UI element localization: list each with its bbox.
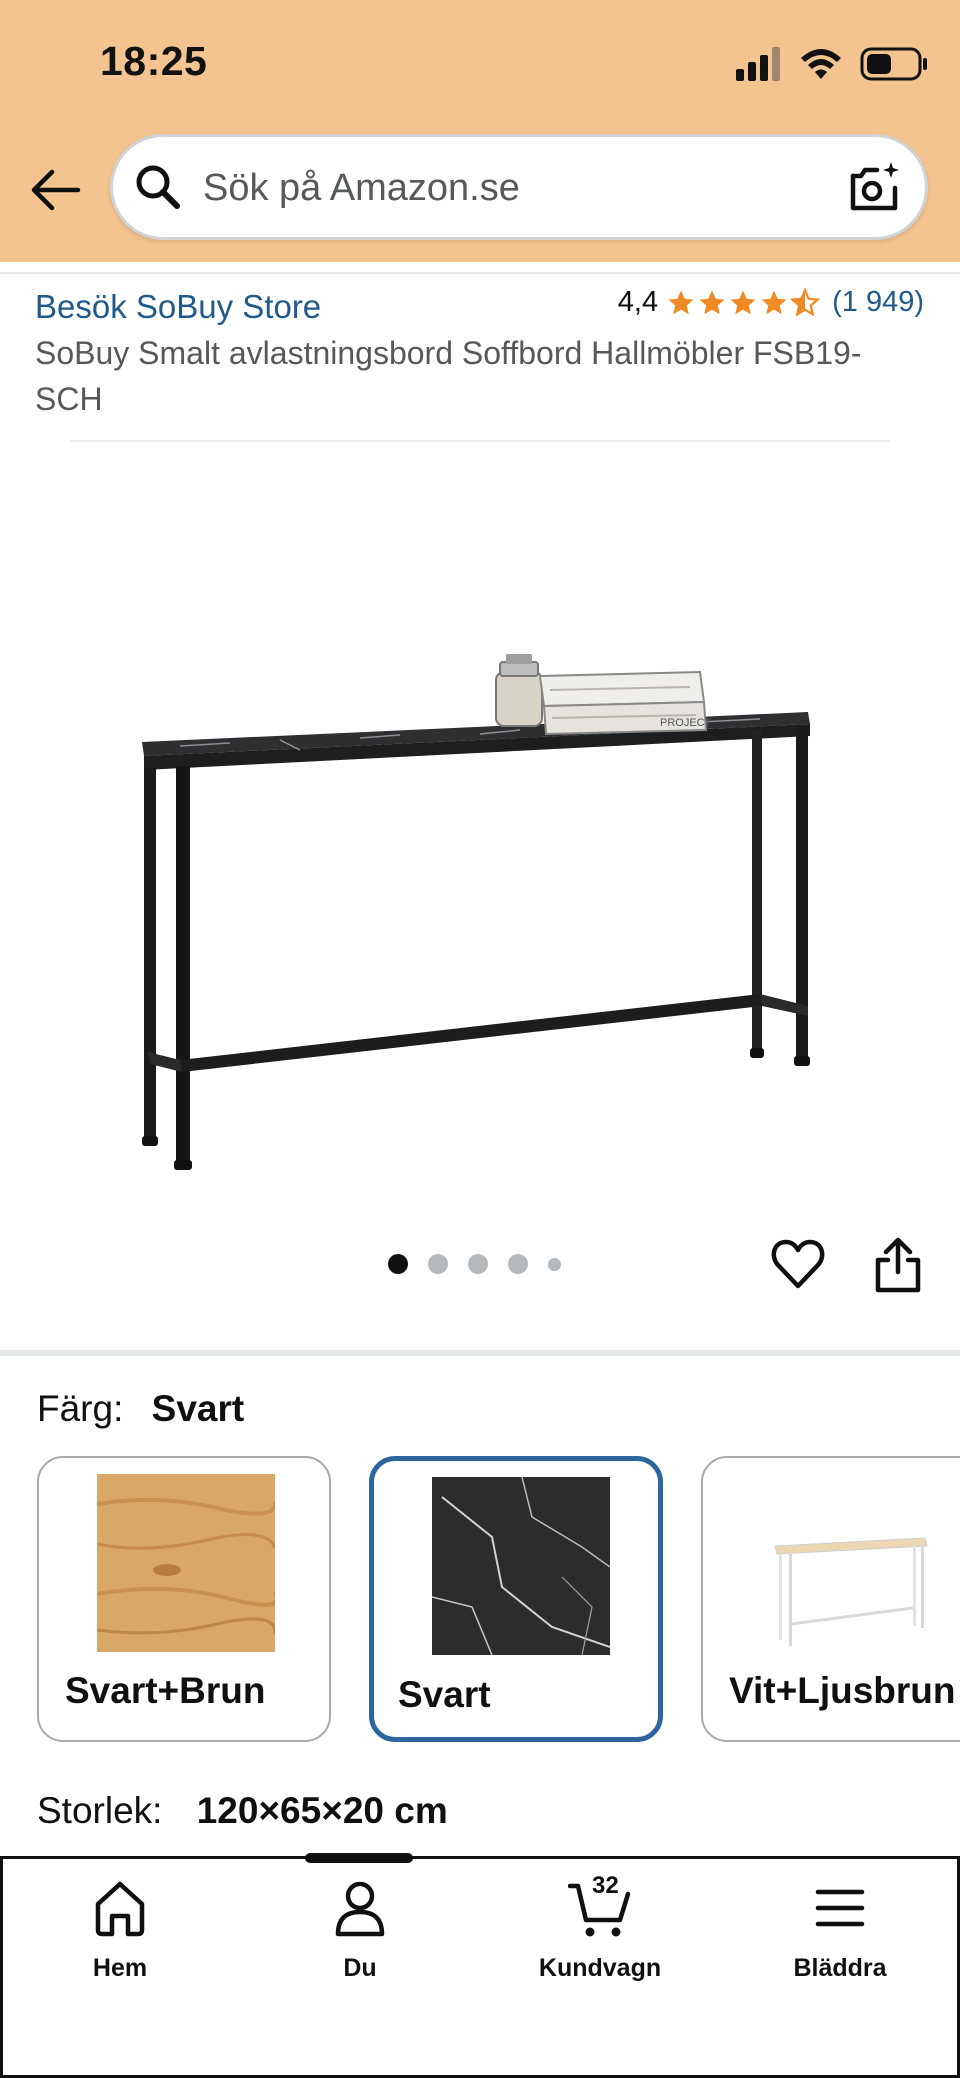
divider bbox=[0, 272, 960, 274]
black-marble-swatch bbox=[432, 1477, 610, 1655]
wifi-icon bbox=[801, 49, 841, 79]
svg-text:PROJECT: PROJECT bbox=[660, 717, 712, 729]
nav-home[interactable]: Hem bbox=[20, 1876, 220, 1983]
color-value: Svart bbox=[151, 1388, 245, 1429]
search-bar[interactable]: Sök på Amazon.se bbox=[110, 134, 928, 240]
carousel-dot[interactable] bbox=[468, 1254, 488, 1274]
status-icons bbox=[734, 44, 930, 84]
arrow-left-icon bbox=[31, 169, 81, 211]
carousel-dot[interactable] bbox=[388, 1254, 408, 1274]
rating-summary[interactable]: 4,4 (1 949) bbox=[618, 286, 924, 319]
star-icon bbox=[761, 290, 787, 314]
share-button[interactable] bbox=[870, 1236, 926, 1294]
nav-label: Hem bbox=[92, 1954, 148, 1982]
wood-texture-swatch bbox=[97, 1474, 275, 1652]
size-selector-label[interactable]: Storlek: 120×65×20 cm bbox=[37, 1790, 448, 1832]
cart-badge: 32 bbox=[592, 1872, 619, 1899]
color-option-label: Svart+Brun bbox=[65, 1670, 266, 1711]
color-option-svart[interactable]: Svart bbox=[369, 1456, 663, 1742]
back-button[interactable] bbox=[26, 160, 86, 220]
color-label: Färg: bbox=[37, 1388, 124, 1429]
search-input[interactable]: Sök på Amazon.se bbox=[203, 167, 520, 210]
nav-label: Bläddra bbox=[793, 1954, 887, 1982]
user-icon bbox=[335, 1881, 385, 1937]
section-divider bbox=[0, 1350, 960, 1356]
image-carousel-dots[interactable] bbox=[388, 1254, 561, 1274]
status-time: 18:25 bbox=[100, 38, 208, 84]
review-count[interactable]: (1 949) bbox=[832, 286, 924, 319]
carousel-dot[interactable] bbox=[428, 1254, 448, 1274]
star-icon bbox=[699, 290, 725, 314]
color-option-label: Svart bbox=[398, 1674, 491, 1715]
half-star-icon bbox=[790, 287, 821, 317]
color-option-vit-ljusbrun[interactable]: Vit+Ljusbrun bbox=[701, 1456, 960, 1742]
size-label: Storlek: bbox=[37, 1790, 163, 1831]
app-header: 18:25 Sök på Amazon.se bbox=[0, 0, 960, 262]
nav-label: Du bbox=[343, 1954, 377, 1982]
nav-indicator bbox=[305, 1853, 413, 1863]
rating-value: 4,4 bbox=[617, 286, 659, 318]
carousel-dot[interactable] bbox=[508, 1254, 528, 1274]
menu-icon bbox=[815, 1889, 865, 1927]
cellular-signal-icon bbox=[736, 47, 780, 81]
size-value: 120×65×20 cm bbox=[196, 1790, 448, 1831]
search-icon bbox=[136, 165, 180, 209]
heart-icon bbox=[771, 1239, 825, 1289]
camera-search-icon[interactable] bbox=[845, 158, 903, 216]
carousel-dot[interactable] bbox=[548, 1257, 561, 1271]
star-rating bbox=[666, 287, 821, 318]
nav-cart[interactable]: 32 Kundvagn bbox=[500, 1872, 700, 1983]
nav-browse[interactable]: Bläddra bbox=[740, 1876, 940, 1983]
store-link[interactable]: Besök SoBuy Store bbox=[35, 288, 321, 326]
color-selector-label: Färg: Svart bbox=[37, 1388, 244, 1430]
battery-icon bbox=[860, 47, 927, 81]
nav-label: Kundvagn bbox=[538, 1954, 662, 1982]
wishlist-button[interactable] bbox=[770, 1236, 826, 1292]
white-table-swatch bbox=[761, 1474, 939, 1652]
color-option-label: Vit+Ljusbrun bbox=[729, 1670, 956, 1711]
product-image[interactable]: PROJECT bbox=[60, 440, 900, 1200]
home-icon bbox=[95, 1881, 145, 1937]
star-icon bbox=[668, 290, 694, 314]
color-option-svart-brun[interactable]: Svart+Brun bbox=[37, 1456, 331, 1742]
star-icon bbox=[730, 290, 756, 314]
nav-account[interactable]: Du bbox=[260, 1876, 460, 1983]
share-icon bbox=[875, 1237, 921, 1293]
product-title: SoBuy Smalt avlastningsbord Soffbord Hal… bbox=[35, 335, 862, 417]
